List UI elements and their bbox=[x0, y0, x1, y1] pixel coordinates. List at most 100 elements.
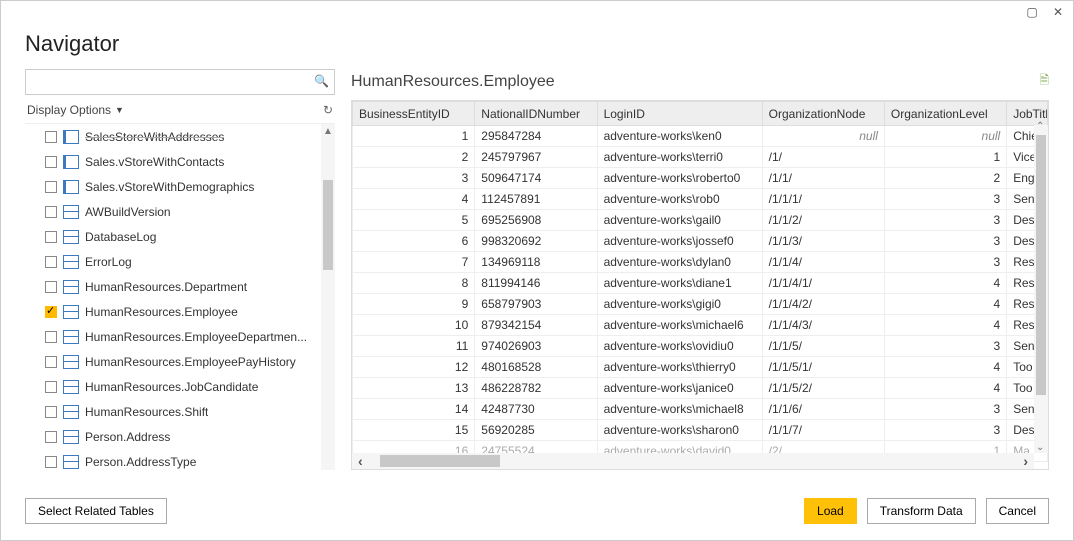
refresh-icon[interactable]: ↻ bbox=[323, 103, 333, 117]
search-icon[interactable]: 🔍 bbox=[314, 74, 329, 88]
table-cell: 879342154 bbox=[475, 315, 597, 336]
display-options-dropdown[interactable]: Display Options ▼ bbox=[27, 103, 124, 117]
column-header[interactable]: OrganizationLevel bbox=[884, 102, 1006, 126]
column-header[interactable]: LoginID bbox=[597, 102, 762, 126]
tree-checkbox[interactable] bbox=[45, 456, 57, 468]
table-cell: /1/1/5/ bbox=[762, 336, 884, 357]
tree-checkbox[interactable] bbox=[45, 331, 57, 343]
tree-checkbox[interactable] bbox=[45, 206, 57, 218]
table-cell: 11 bbox=[353, 336, 475, 357]
tree-checkbox[interactable] bbox=[45, 306, 57, 318]
load-button[interactable]: Load bbox=[804, 498, 857, 524]
tree-checkbox[interactable] bbox=[45, 406, 57, 418]
table-row[interactable]: 1295847284adventure-works\ken0nullnullCh… bbox=[353, 126, 1048, 147]
scroll-up-icon[interactable]: ▲ bbox=[323, 126, 333, 137]
table-row[interactable]: 9658797903adventure-works\gigi0/1/1/4/2/… bbox=[353, 294, 1048, 315]
tree-item[interactable]: HumanResources.Shift bbox=[25, 399, 321, 424]
tree-checkbox[interactable] bbox=[45, 156, 57, 168]
table-cell: 13 bbox=[353, 378, 475, 399]
cancel-button[interactable]: Cancel bbox=[986, 498, 1049, 524]
tree-item-label: HumanResources.JobCandidate bbox=[85, 380, 258, 394]
table-row[interactable]: 12480168528adventure-works\thierry0/1/1/… bbox=[353, 357, 1048, 378]
tree-item[interactable]: Person.AddressType bbox=[25, 449, 321, 470]
table-cell: null bbox=[884, 126, 1006, 147]
tree-checkbox[interactable] bbox=[45, 431, 57, 443]
close-icon[interactable]: ✕ bbox=[1051, 5, 1065, 19]
table-cell: /1/1/5/1/ bbox=[762, 357, 884, 378]
table-cell: 480168528 bbox=[475, 357, 597, 378]
tree-item-label: ErrorLog bbox=[85, 255, 132, 269]
table-row[interactable]: 3509647174adventure-works\roberto0/1/1/2… bbox=[353, 168, 1048, 189]
table-row[interactable]: 10879342154adventure-works\michael6/1/1/… bbox=[353, 315, 1048, 336]
grid-horizontal-scrollbar[interactable]: ‹ › bbox=[352, 453, 1034, 469]
table-cell: adventure-works\roberto0 bbox=[597, 168, 762, 189]
tree-item[interactable]: HumanResources.EmployeePayHistory bbox=[25, 349, 321, 374]
tree-item[interactable]: AWBuildVersion bbox=[25, 199, 321, 224]
table-cell: 14 bbox=[353, 399, 475, 420]
navigator-left-pane: 🔍 Display Options ▼ ↻ SalesStoreWithAddr… bbox=[25, 69, 335, 470]
table-icon bbox=[63, 205, 79, 219]
column-header[interactable]: OrganizationNode bbox=[762, 102, 884, 126]
transform-data-button[interactable]: Transform Data bbox=[867, 498, 976, 524]
tree-scroll-thumb[interactable] bbox=[323, 180, 333, 270]
table-row[interactable]: 13486228782adventure-works\janice0/1/1/5… bbox=[353, 378, 1048, 399]
display-options-label: Display Options bbox=[27, 103, 111, 117]
scroll-right-icon[interactable]: › bbox=[1023, 453, 1028, 469]
select-related-tables-button[interactable]: Select Related Tables bbox=[25, 498, 167, 524]
column-header[interactable]: NationalIDNumber bbox=[475, 102, 597, 126]
tree-item[interactable]: HumanResources.Department bbox=[25, 274, 321, 299]
tree-item[interactable]: Sales.vStoreWithDemographics bbox=[25, 174, 321, 199]
tree-item-label: HumanResources.Employee bbox=[85, 305, 238, 319]
tree-checkbox[interactable] bbox=[45, 381, 57, 393]
tree-checkbox[interactable] bbox=[45, 131, 57, 143]
tree-scrollbar[interactable]: ▲ bbox=[321, 124, 335, 470]
table-cell: 4 bbox=[884, 357, 1006, 378]
table-row[interactable]: 4112457891adventure-works\rob0/1/1/1/3Se… bbox=[353, 189, 1048, 210]
tree-checkbox[interactable] bbox=[45, 356, 57, 368]
table-cell: 295847284 bbox=[475, 126, 597, 147]
scroll-up-icon[interactable]: ⌃ bbox=[1036, 121, 1044, 132]
grid-vscroll-thumb[interactable] bbox=[1036, 135, 1046, 395]
table-row[interactable]: 6998320692adventure-works\jossef0/1/1/3/… bbox=[353, 231, 1048, 252]
grid-vertical-scrollbar[interactable]: ⌃ ⌄ bbox=[1034, 125, 1048, 453]
dialog-footer: Select Related Tables Load Transform Dat… bbox=[1, 486, 1073, 540]
object-tree[interactable]: SalesStoreWithAddressesSales.vStoreWithC… bbox=[25, 124, 321, 470]
table-cell: 1 bbox=[353, 126, 475, 147]
tree-item[interactable]: ErrorLog bbox=[25, 249, 321, 274]
preview-grid[interactable]: BusinessEntityIDNationalIDNumberLoginIDO… bbox=[351, 100, 1049, 470]
table-row[interactable]: 1442487730adventure-works\michael8/1/1/6… bbox=[353, 399, 1048, 420]
table-row[interactable]: 5695256908adventure-works\gail0/1/1/2/3D… bbox=[353, 210, 1048, 231]
tree-item[interactable]: Person.Address bbox=[25, 424, 321, 449]
table-row[interactable]: 1556920285adventure-works\sharon0/1/1/7/… bbox=[353, 420, 1048, 441]
tree-item[interactable]: HumanResources.Employee bbox=[25, 299, 321, 324]
preview-title: HumanResources.Employee bbox=[351, 73, 555, 91]
table-row[interactable]: 7134969118adventure-works\dylan0/1/1/4/3… bbox=[353, 252, 1048, 273]
table-cell: adventure-works\michael8 bbox=[597, 399, 762, 420]
view-icon bbox=[63, 130, 79, 144]
column-header[interactable]: BusinessEntityID bbox=[353, 102, 475, 126]
maximize-icon[interactable]: ▢ bbox=[1025, 5, 1039, 19]
preview-action-icon[interactable]: 🗎 bbox=[1039, 71, 1049, 92]
tree-item[interactable]: Sales.vStoreWithContacts bbox=[25, 149, 321, 174]
tree-checkbox[interactable] bbox=[45, 231, 57, 243]
search-input[interactable] bbox=[25, 69, 335, 95]
table-row[interactable]: 8811994146adventure-works\diane1/1/1/4/1… bbox=[353, 273, 1048, 294]
table-icon bbox=[63, 405, 79, 419]
table-row[interactable]: 2245797967adventure-works\terri0/1/1Vice bbox=[353, 147, 1048, 168]
scroll-down-icon[interactable]: ⌄ bbox=[1036, 442, 1044, 453]
tree-checkbox[interactable] bbox=[45, 256, 57, 268]
scroll-left-icon[interactable]: ‹ bbox=[358, 453, 363, 469]
tree-item-label: DatabaseLog bbox=[85, 230, 156, 244]
table-icon bbox=[63, 255, 79, 269]
table-cell: /1/1/1/ bbox=[762, 189, 884, 210]
grid-hscroll-thumb[interactable] bbox=[380, 455, 500, 467]
tree-item[interactable]: DatabaseLog bbox=[25, 224, 321, 249]
tree-checkbox[interactable] bbox=[45, 281, 57, 293]
tree-checkbox[interactable] bbox=[45, 181, 57, 193]
table-row[interactable]: 11974026903adventure-works\ovidiu0/1/1/5… bbox=[353, 336, 1048, 357]
tree-item[interactable]: HumanResources.JobCandidate bbox=[25, 374, 321, 399]
tree-item[interactable]: HumanResources.EmployeeDepartmen... bbox=[25, 324, 321, 349]
tree-item[interactable]: SalesStoreWithAddresses bbox=[25, 124, 321, 149]
table-cell: 8 bbox=[353, 273, 475, 294]
table-cell: 12 bbox=[353, 357, 475, 378]
